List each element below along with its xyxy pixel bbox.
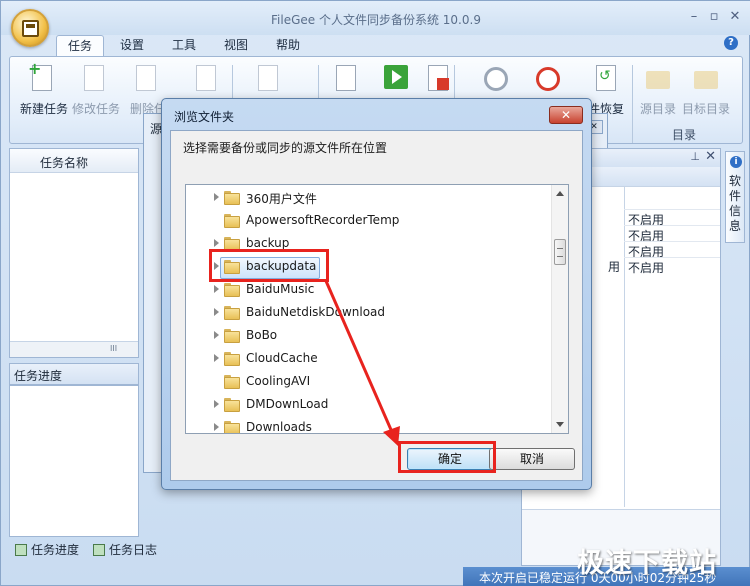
folder-icon bbox=[224, 283, 240, 297]
scroll-thumb[interactable] bbox=[554, 239, 566, 265]
cancel-button[interactable]: 取消 bbox=[489, 448, 575, 470]
folder-tree: 360用户文件 ApowersoftRecorderTemp backup ba… bbox=[185, 184, 569, 434]
close-window-button[interactable]: ✕ bbox=[726, 9, 744, 25]
dialog-title: 浏览文件夹 bbox=[174, 110, 235, 124]
edit-document-icon bbox=[84, 65, 106, 93]
target-dir-button[interactable]: 目标目录 bbox=[678, 63, 734, 123]
clock-icon bbox=[484, 65, 508, 93]
source-folder-icon bbox=[646, 65, 670, 93]
title-bar: FileGee 个人文件同步备份系统 10.0.9 – ▫ ✕ bbox=[1, 1, 750, 35]
close-panel-icon[interactable]: ✕ bbox=[705, 149, 716, 164]
tab-settings[interactable]: 设置 bbox=[108, 35, 156, 57]
folder-item[interactable]: DMDownLoad bbox=[186, 395, 552, 417]
folder-item[interactable]: 360用户文件 bbox=[186, 188, 552, 210]
log-icon bbox=[93, 544, 105, 556]
horizontal-scrollbar[interactable]: III bbox=[10, 341, 138, 357]
folder-item[interactable]: ApowersoftRecorderTemp bbox=[186, 211, 552, 233]
checklist-icon bbox=[258, 65, 280, 93]
folder-icon bbox=[224, 421, 240, 433]
detail-row: 不启用 bbox=[624, 241, 720, 259]
target-folder-icon bbox=[694, 65, 718, 93]
expand-arrow-icon[interactable] bbox=[214, 423, 219, 431]
tab-view[interactable]: 视图 bbox=[212, 35, 260, 57]
folder-icon bbox=[224, 191, 240, 205]
folder-item[interactable]: CloudCache bbox=[186, 349, 552, 371]
scroll-up-arrow-icon[interactable] bbox=[556, 191, 564, 196]
watermark: 极速下载站 bbox=[577, 548, 717, 579]
maximize-button[interactable]: ▫ bbox=[705, 9, 723, 25]
progress-icon bbox=[15, 544, 27, 556]
expand-arrow-icon[interactable] bbox=[214, 285, 219, 293]
folder-item[interactable]: BoBo bbox=[186, 326, 552, 348]
info-icon: i bbox=[730, 156, 742, 168]
tab-help[interactable]: 帮助 bbox=[264, 35, 312, 57]
dialog-close-button[interactable]: ✕ bbox=[549, 106, 583, 124]
detail-row: 不启用 bbox=[624, 209, 720, 227]
software-info-side-tab[interactable]: i 软件信息 bbox=[725, 151, 745, 243]
play-icon bbox=[384, 65, 408, 93]
folder-icon bbox=[224, 352, 240, 366]
expand-arrow-icon[interactable] bbox=[214, 239, 219, 247]
new-document-icon: + bbox=[28, 59, 54, 93]
pin-icon[interactable]: ⊥ bbox=[690, 150, 700, 163]
minimize-button[interactable]: – bbox=[685, 9, 703, 25]
restore-icon bbox=[594, 65, 616, 93]
progress-panel-header: 任务进度 bbox=[9, 363, 139, 385]
progress-panel-body bbox=[9, 385, 139, 537]
detail-row-fragment: 用 bbox=[608, 260, 621, 274]
expand-arrow-icon[interactable] bbox=[214, 331, 219, 339]
folder-icon bbox=[224, 398, 240, 412]
detail-row: 不启用 bbox=[624, 225, 720, 243]
tab-task-log[interactable]: 任务日志 bbox=[91, 541, 163, 561]
stop-icon bbox=[428, 65, 450, 93]
expand-arrow-icon[interactable] bbox=[214, 354, 219, 362]
delete-document-icon bbox=[136, 65, 158, 93]
tree-vertical-scrollbar[interactable] bbox=[551, 185, 568, 433]
folder-icon bbox=[224, 329, 240, 343]
help-icon[interactable]: ? bbox=[724, 36, 738, 50]
scroll-down-arrow-icon[interactable] bbox=[556, 422, 564, 427]
folder-item[interactable]: BaiduMusic bbox=[186, 280, 552, 302]
folder-item[interactable]: CoolingAVI bbox=[186, 372, 552, 394]
expand-arrow-icon[interactable] bbox=[214, 400, 219, 408]
highlight-box-folder bbox=[209, 249, 329, 282]
stop-clock-icon bbox=[536, 65, 560, 93]
search-document-icon bbox=[336, 65, 358, 93]
folder-icon bbox=[224, 214, 240, 228]
task-list-panel: 任务名称 III bbox=[9, 148, 139, 358]
tab-tools[interactable]: 工具 bbox=[160, 35, 208, 57]
folder-item[interactable]: Downloads bbox=[186, 418, 552, 433]
task-name-column-header[interactable]: 任务名称 bbox=[10, 149, 138, 173]
copy-document-icon bbox=[196, 65, 218, 93]
dialog-body: 选择需要备份或同步的源文件所在位置 360用户文件 ApowersoftReco… bbox=[170, 130, 583, 481]
tab-task[interactable]: 任务 bbox=[56, 35, 104, 57]
tab-task-progress[interactable]: 任务进度 bbox=[13, 541, 85, 561]
expand-arrow-icon[interactable] bbox=[214, 308, 219, 316]
detail-column-header bbox=[582, 167, 720, 187]
folder-icon bbox=[224, 306, 240, 320]
dialog-description: 选择需要备份或同步的源文件所在位置 bbox=[183, 141, 388, 155]
directory-group-label: 目录 bbox=[672, 128, 697, 142]
highlight-box-ok bbox=[398, 441, 496, 473]
detail-row: 不启用 bbox=[624, 257, 720, 275]
window-title: FileGee 个人文件同步备份系统 10.0.9 bbox=[271, 13, 481, 27]
expand-arrow-icon[interactable] bbox=[214, 193, 219, 201]
folder-icon bbox=[224, 375, 240, 389]
browse-folder-dialog: 浏览文件夹 ✕ 选择需要备份或同步的源文件所在位置 360用户文件 Apower… bbox=[161, 98, 592, 490]
app-logo-icon[interactable] bbox=[11, 9, 49, 47]
folder-item[interactable]: BaiduNetdiskDownload bbox=[186, 303, 552, 325]
